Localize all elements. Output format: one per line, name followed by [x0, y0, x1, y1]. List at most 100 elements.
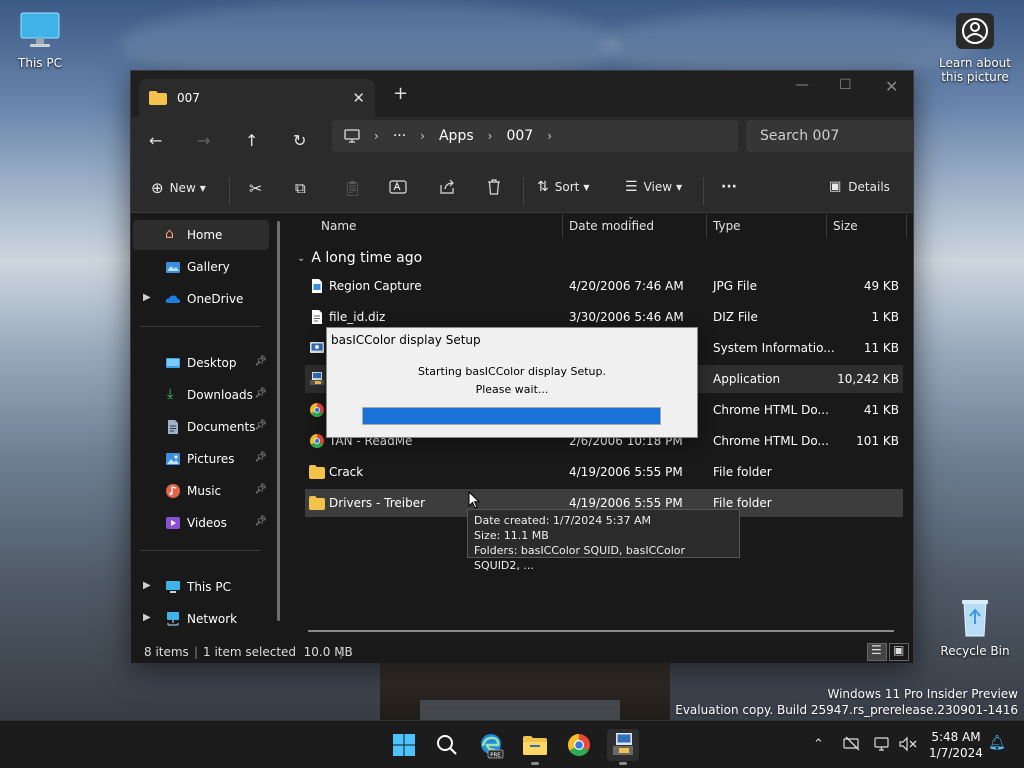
breadcrumb-007[interactable]: 007	[506, 128, 533, 144]
details-button[interactable]: ▣ Details	[829, 179, 890, 194]
file-date: 4/19/2006 5:55 PM	[569, 465, 683, 479]
column-header-size[interactable]: Size	[833, 219, 858, 233]
tiles-view-toggle[interactable]: ▣	[889, 643, 909, 661]
delete-icon[interactable]	[487, 179, 501, 195]
sidebar-item-gallery[interactable]: Gallery	[133, 252, 269, 282]
sidebar-item-this-pc[interactable]: ▶ This PC	[133, 572, 269, 602]
edge-beta-icon: PRE	[481, 734, 504, 759]
chevron-down-icon: ▼	[199, 183, 206, 193]
column-divider[interactable]	[562, 214, 563, 238]
status-selection: 1 item selected 10.0 MB	[203, 645, 353, 659]
column-divider[interactable]	[906, 214, 907, 238]
tooltip-line: Folders: basICColor SQUID, basICColor SQ…	[474, 544, 686, 572]
desktop-icon-recycle-bin[interactable]: Recycle Bin	[935, 598, 1015, 658]
close-tab-icon[interactable]: ✕	[352, 89, 365, 107]
table-row[interactable]: Crack 4/19/2006 5:55 PM File folder	[305, 458, 903, 486]
sidebar-item-desktop[interactable]: Desktop 📌︎	[133, 348, 269, 378]
video-icon	[166, 517, 180, 529]
notification-bell-icon[interactable]: 🔔︎	[988, 735, 1006, 751]
sidebar-item-documents[interactable]: Documents 📌︎	[133, 412, 269, 442]
file-explorer-taskbar-button[interactable]	[519, 729, 551, 765]
sidebar-scrollbar[interactable]	[277, 221, 280, 621]
breadcrumb-more[interactable]: ···	[393, 128, 406, 144]
details-view-toggle[interactable]: ☰	[867, 643, 887, 661]
sidebar-item-music[interactable]: Music 📌︎	[133, 476, 269, 506]
chevron-right-icon[interactable]: ▶	[143, 580, 151, 591]
taskbar-clock[interactable]: 5:48 AM 1/7/2024	[926, 729, 986, 761]
dialog-title: basICColor display Setup	[331, 333, 481, 347]
close-window-icon[interactable]: ✕	[885, 77, 898, 96]
breadcrumb-chevron-icon[interactable]: ›	[547, 129, 552, 143]
column-divider[interactable]	[826, 214, 827, 238]
minimize-icon[interactable]: —	[795, 77, 809, 93]
file-type: Chrome HTML Do...	[713, 434, 829, 448]
desktop-icon-learn-about-picture[interactable]: Learn about this picture	[935, 12, 1015, 84]
display-icon[interactable]	[874, 736, 892, 752]
search-input[interactable]: Search 007	[746, 120, 914, 152]
group-label: A long time ago	[311, 250, 423, 266]
chevron-right-icon[interactable]: ▶	[143, 292, 151, 303]
edge-button[interactable]: PRE	[475, 729, 507, 761]
setup-taskbar-button[interactable]	[607, 729, 639, 765]
new-tab-button[interactable]: +	[393, 83, 408, 104]
breadcrumb-apps[interactable]: Apps	[439, 128, 474, 144]
pin-icon[interactable]: 📌︎	[254, 484, 267, 495]
view-button[interactable]: ☰ View ▼	[625, 179, 682, 195]
chevron-up-icon[interactable]: ⌃	[813, 737, 824, 752]
list-view-icon: ☰	[871, 643, 882, 657]
image-file-icon	[312, 279, 322, 293]
column-header-type[interactable]: Type	[713, 219, 741, 233]
monitor-icon	[344, 129, 360, 143]
up-icon[interactable]: ↑	[245, 131, 258, 150]
start-button[interactable]	[388, 729, 420, 761]
sidebar-item-downloads[interactable]: ⤓ Downloads 📌︎	[133, 380, 269, 410]
column-header-name[interactable]: Name	[321, 219, 356, 233]
title-bar: 007 ✕ + — ☐ ✕	[131, 71, 913, 117]
forward-icon[interactable]: →	[197, 131, 210, 150]
refresh-icon[interactable]: ↻	[293, 131, 306, 150]
file-size: 11 KB	[863, 341, 899, 355]
horizontal-scrollbar[interactable]	[308, 630, 894, 632]
trash-glyph	[488, 179, 500, 195]
sort-button[interactable]: ⇅ Sort ▼	[537, 179, 590, 195]
pin-icon[interactable]: 📌︎	[254, 356, 267, 367]
cut-icon[interactable]: ✂	[249, 179, 262, 198]
pin-icon[interactable]: 📌︎	[254, 516, 267, 527]
pin-icon[interactable]: 📌︎	[254, 420, 267, 431]
status-item-count: 8 items	[144, 645, 189, 659]
sidebar-item-pictures[interactable]: Pictures 📌︎	[133, 444, 269, 474]
more-options-button[interactable]: ···	[721, 179, 737, 195]
table-row[interactable]: Region Capture 4/20/2006 7:46 AM JPG Fil…	[305, 272, 903, 300]
rename-icon[interactable]	[389, 179, 407, 195]
pin-icon[interactable]: 📌︎	[254, 452, 267, 463]
chrome-taskbar-button[interactable]	[563, 729, 595, 761]
chevron-right-icon[interactable]: ▶	[143, 612, 151, 623]
sidebar-item-onedrive[interactable]: ▶ OneDrive	[133, 284, 269, 314]
breadcrumb-chevron-icon: ›	[487, 129, 493, 143]
svg-text:PRE: PRE	[490, 752, 501, 758]
tab-007[interactable]: 007 ✕	[139, 79, 375, 117]
search-button[interactable]	[431, 729, 463, 761]
group-header[interactable]: ⌄ A long time ago	[297, 250, 422, 266]
file-name: file_id.diz	[329, 310, 386, 324]
sidebar-item-network[interactable]: ▶ Network	[133, 604, 269, 634]
progress-bar	[362, 407, 661, 425]
network-disconnected-icon[interactable]	[843, 736, 861, 752]
sidebar-item-label: Desktop	[187, 356, 237, 370]
sidebar-item-home[interactable]: ⌂ Home	[133, 220, 269, 250]
volume-muted-icon[interactable]	[898, 736, 918, 752]
address-box[interactable]: › ··· › Apps › 007 ›	[332, 120, 738, 152]
new-button[interactable]: ⊕ New ▼	[151, 179, 206, 197]
column-header-date[interactable]: Date modified	[569, 219, 654, 233]
maximize-icon[interactable]: ☐	[839, 77, 852, 93]
back-icon[interactable]: ←	[149, 131, 162, 150]
paste-icon[interactable]: 📋︎	[343, 179, 362, 197]
share-icon[interactable]	[439, 179, 455, 195]
desktop-icon-label: Learn about this picture	[939, 56, 1011, 84]
column-divider[interactable]	[706, 214, 707, 238]
pin-icon[interactable]: 📌︎	[254, 388, 267, 399]
sidebar-item-videos[interactable]: Videos 📌︎	[133, 508, 269, 538]
copy-icon[interactable]: ⧉	[295, 179, 306, 197]
desktop-icon-this-pc[interactable]: This PC	[0, 10, 80, 70]
sort-button-label: Sort	[554, 180, 580, 194]
